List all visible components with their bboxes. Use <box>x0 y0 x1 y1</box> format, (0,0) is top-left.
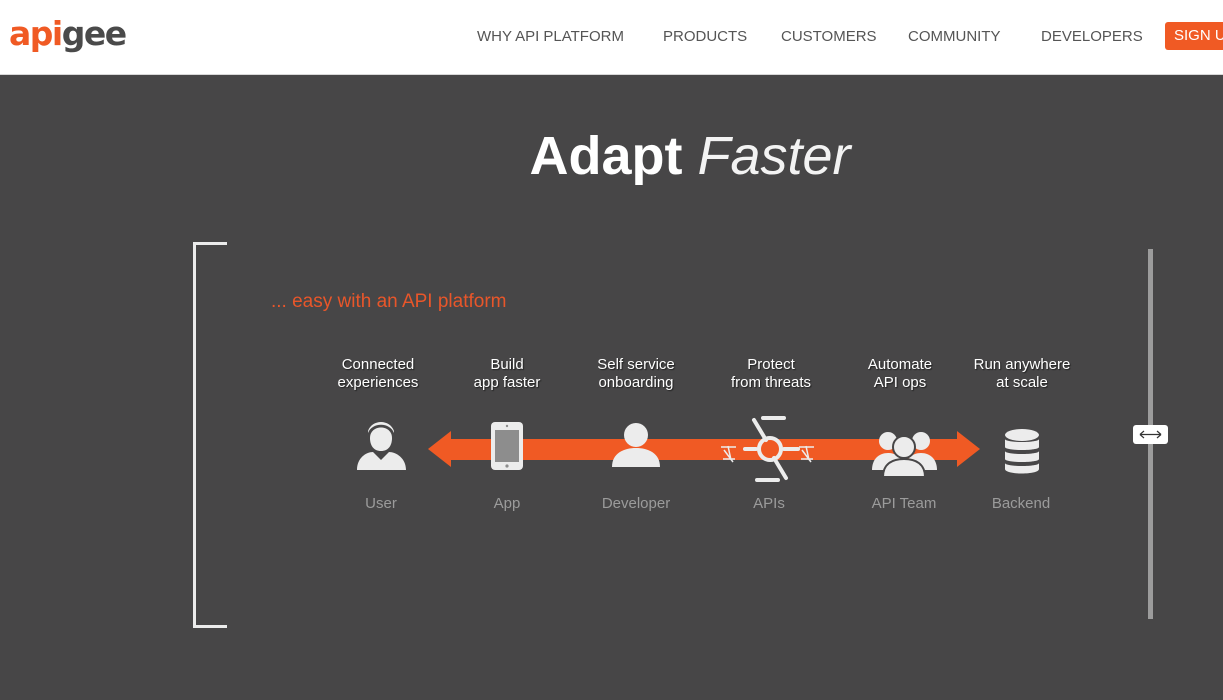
nav-community[interactable]: COMMUNITY <box>908 26 1001 48</box>
stage-caption-apis: Protect from threats <box>711 356 831 392</box>
tablet-icon <box>491 422 523 470</box>
nav-customers[interactable]: CUSTOMERS <box>781 26 877 48</box>
sign-up-button[interactable]: SIGN UP <box>1165 22 1223 50</box>
nav-why-api-platform[interactable]: WHY API PLATFORM <box>477 26 624 48</box>
caption-line: Connected <box>341 356 415 373</box>
hero-title-light: Faster <box>697 126 851 186</box>
nav-products[interactable]: PRODUCTS <box>663 26 747 48</box>
bidirectional-arrow-icon <box>428 431 980 467</box>
user-icon <box>357 422 406 470</box>
horizontal-arrows-icon <box>1139 430 1162 439</box>
caption-line: Build <box>490 356 524 373</box>
caption-line: Automate <box>867 356 933 373</box>
panel-tagline: ... easy with an API platform <box>271 291 507 312</box>
top-navigation-bar: apigee WHY API PLATFORM PRODUCTS CUSTOME… <box>0 0 1223 75</box>
stage-caption-developer: Self service onboarding <box>576 356 696 392</box>
stage-caption-user: Connected experiences <box>318 356 438 392</box>
caption-line: Protect <box>747 356 795 373</box>
hero-title-bold: Adapt <box>529 126 683 186</box>
stage-label-app: App <box>493 495 521 512</box>
stage-caption-api-team: Automate API ops <box>840 356 960 392</box>
apigee-logo[interactable]: apigee <box>9 14 127 54</box>
logo-text-part1: api <box>9 14 63 53</box>
nav-developers[interactable]: DEVELOPERS <box>1041 26 1143 48</box>
caption-line: Self service <box>597 356 675 373</box>
stage-label-user: User <box>365 495 397 512</box>
stage-label-developer: Developer <box>601 495 671 512</box>
caption-line: from threats <box>730 374 812 391</box>
left-bracket <box>193 242 227 628</box>
developer-icon <box>612 423 660 467</box>
stage-caption-app: Build app faster <box>447 356 567 392</box>
database-icon <box>1005 429 1039 474</box>
caption-line: Run anywhere <box>973 356 1071 373</box>
hero-title: Adapt Faster <box>0 124 1223 188</box>
caption-line: API ops <box>873 374 927 391</box>
api-flow-diagram <box>357 416 1039 482</box>
api-shield-icon <box>721 416 814 482</box>
stage-label-backend: Backend <box>991 495 1051 512</box>
comparison-slider-handle[interactable] <box>1133 425 1168 444</box>
caption-line: at scale <box>996 374 1048 391</box>
caption-line: experiences <box>337 374 419 391</box>
logo-text-part2: gee <box>61 14 127 53</box>
stage-caption-backend: Run anywhere at scale <box>957 356 1087 392</box>
stage-label-api-team: API Team <box>871 495 937 512</box>
caption-line: onboarding <box>598 374 674 391</box>
team-icon <box>872 432 937 478</box>
stage-label-apis: APIs <box>753 495 785 512</box>
caption-line: app faster <box>473 374 541 391</box>
